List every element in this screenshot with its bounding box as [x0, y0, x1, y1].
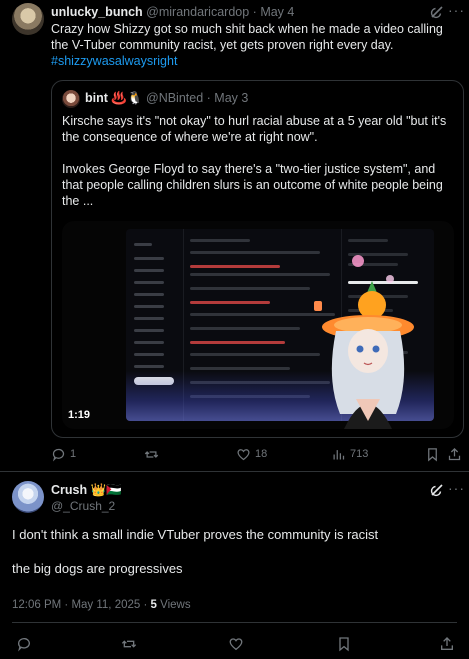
tweet-divider — [0, 471, 469, 472]
hashtag-link[interactable]: #shizzywasalwaysright — [51, 54, 177, 68]
vtuber-avatar-image — [314, 255, 414, 429]
retweet-icon — [121, 640, 137, 648]
bookmark-icon — [428, 447, 437, 461]
parent-tweet-actions: 1 18 713 — [51, 444, 461, 464]
tweet-body: Crazy how Shizzy got so much shit back w… — [51, 22, 443, 52]
quote-paragraph-2: Invokes George Floyd to say there's a "t… — [62, 162, 443, 208]
parent-tweet[interactable]: unlucky_bunch @mirandaricardop · May 4 ·… — [0, 0, 469, 469]
avatar[interactable] — [12, 3, 44, 35]
reply-count: 1 — [70, 448, 77, 460]
quote-date: May 3 — [214, 91, 249, 105]
reply-button[interactable]: 1 — [51, 444, 76, 464]
retweet-button[interactable] — [121, 634, 137, 654]
tweet-paragraph-1: I don't think a small indie VTuber prove… — [12, 527, 379, 542]
grok-icon[interactable] — [429, 482, 445, 498]
like-button[interactable] — [228, 634, 244, 654]
video-duration: 1:19 — [68, 409, 91, 421]
tweet-paragraph-2: the big dogs are progressives — [12, 561, 183, 576]
quote-avatar[interactable] — [62, 90, 80, 108]
author-handle[interactable]: @mirandaricardop — [146, 5, 249, 19]
tweet-text: I don't think a small indie VTuber prove… — [12, 526, 457, 594]
share-button[interactable] — [439, 634, 455, 654]
quote-author-handle: @NBinted — [146, 91, 204, 105]
views-button[interactable]: 713 — [331, 444, 368, 464]
tweet-text: Crazy how Shizzy got so much shit back w… — [51, 21, 461, 69]
heart-icon — [229, 638, 243, 651]
tweet-meta: 12:06 PM · May 11, 2025 · 5 Views — [12, 599, 191, 611]
bookmark-icon — [339, 637, 349, 652]
share-icon — [441, 637, 453, 650]
more-icon[interactable]: ··· — [448, 2, 465, 18]
avatar[interactable] — [12, 481, 44, 513]
tweet-date[interactable]: May 4 — [260, 5, 294, 19]
bookmark-button[interactable] — [425, 444, 440, 464]
grok-icon[interactable] — [429, 4, 445, 20]
author-name[interactable]: Crush 👑🇵🇸 — [51, 483, 122, 498]
quote-author-name: bint ♨️🐧 — [85, 91, 143, 105]
retweet-button[interactable] — [144, 444, 159, 464]
reply-icon — [17, 638, 30, 652]
tweet-timestamp[interactable]: 12:06 PM · May 11, 2025 · — [12, 599, 147, 611]
reply-icon — [52, 448, 65, 462]
quoted-tweet[interactable]: bint ♨️🐧 @NBinted · May 3 Kirsche says i… — [51, 80, 464, 438]
quote-header: bint ♨️🐧 @NBinted · May 3 — [85, 91, 249, 105]
bookmark-button[interactable] — [336, 634, 352, 654]
more-icon[interactable]: ··· — [448, 480, 465, 496]
views-count: 5 — [150, 599, 157, 611]
retweet-icon — [144, 450, 159, 458]
share-button[interactable] — [447, 444, 462, 464]
reply-button[interactable] — [16, 634, 32, 654]
share-icon — [448, 447, 461, 460]
views-label: Views — [160, 599, 191, 611]
author-handle[interactable]: @_Crush_2 — [51, 499, 115, 513]
quote-text: Kirsche says it's "not okay" to hurl rac… — [62, 113, 457, 225]
views-icon — [333, 449, 345, 459]
heart-icon — [237, 448, 250, 460]
video-player[interactable]: 1:19 — [62, 221, 454, 429]
like-button[interactable]: 18 — [236, 444, 267, 464]
parent-tweet-header: unlucky_bunch @mirandaricardop · May 4 — [51, 5, 295, 19]
like-count: 18 — [255, 448, 268, 460]
quote-paragraph-1: Kirsche says it's "not okay" to hurl rac… — [62, 114, 447, 144]
actions-divider — [12, 622, 457, 623]
views-count: 713 — [350, 448, 369, 460]
main-tweet-actions — [0, 634, 469, 654]
author-name[interactable]: unlucky_bunch — [51, 5, 143, 19]
